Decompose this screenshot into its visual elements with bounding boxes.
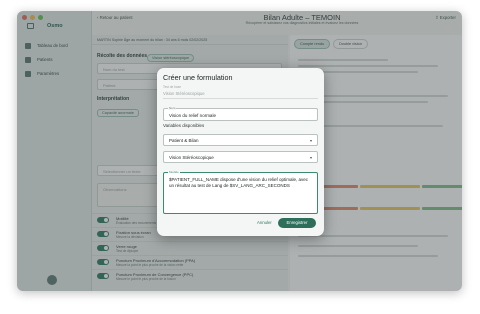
chevron-down-icon: ▾ (309, 155, 312, 160)
base-test-value: Vision Stéréoscopique (163, 91, 205, 96)
name-field-label: Nom (168, 106, 177, 110)
template-value[interactable]: $PATIENT_FULL_NAME dispose d'une vision … (164, 173, 317, 193)
variables-title: Variables disponibles (163, 123, 205, 128)
create-formulation-dialog: Créer une formulation Test de base Visio… (157, 68, 324, 236)
dialog-title: Créer une formulation (163, 73, 233, 82)
select-value: Vision Stéréoscopique (169, 155, 214, 160)
base-test-field: Test de base Vision Stéréoscopique (163, 85, 318, 99)
chevron-down-icon: ▾ (309, 138, 312, 143)
save-button[interactable]: Enregistrer (278, 218, 316, 228)
template-textarea[interactable]: Modèle $PATIENT_FULL_NAME dispose d'une … (163, 170, 318, 214)
template-label: Modèle (168, 170, 180, 174)
select-value: Patient & Bilan (169, 138, 199, 143)
variables-select-patient[interactable]: Patient & Bilan ▾ (163, 134, 318, 146)
variables-select-stereo[interactable]: Vision Stéréoscopique ▾ (163, 151, 318, 163)
cancel-button[interactable]: Annuler (257, 220, 272, 225)
formulation-name-input[interactable]: Nom Vision du relief normale (163, 106, 318, 122)
name-field-value[interactable]: Vision du relief normale (164, 109, 317, 122)
